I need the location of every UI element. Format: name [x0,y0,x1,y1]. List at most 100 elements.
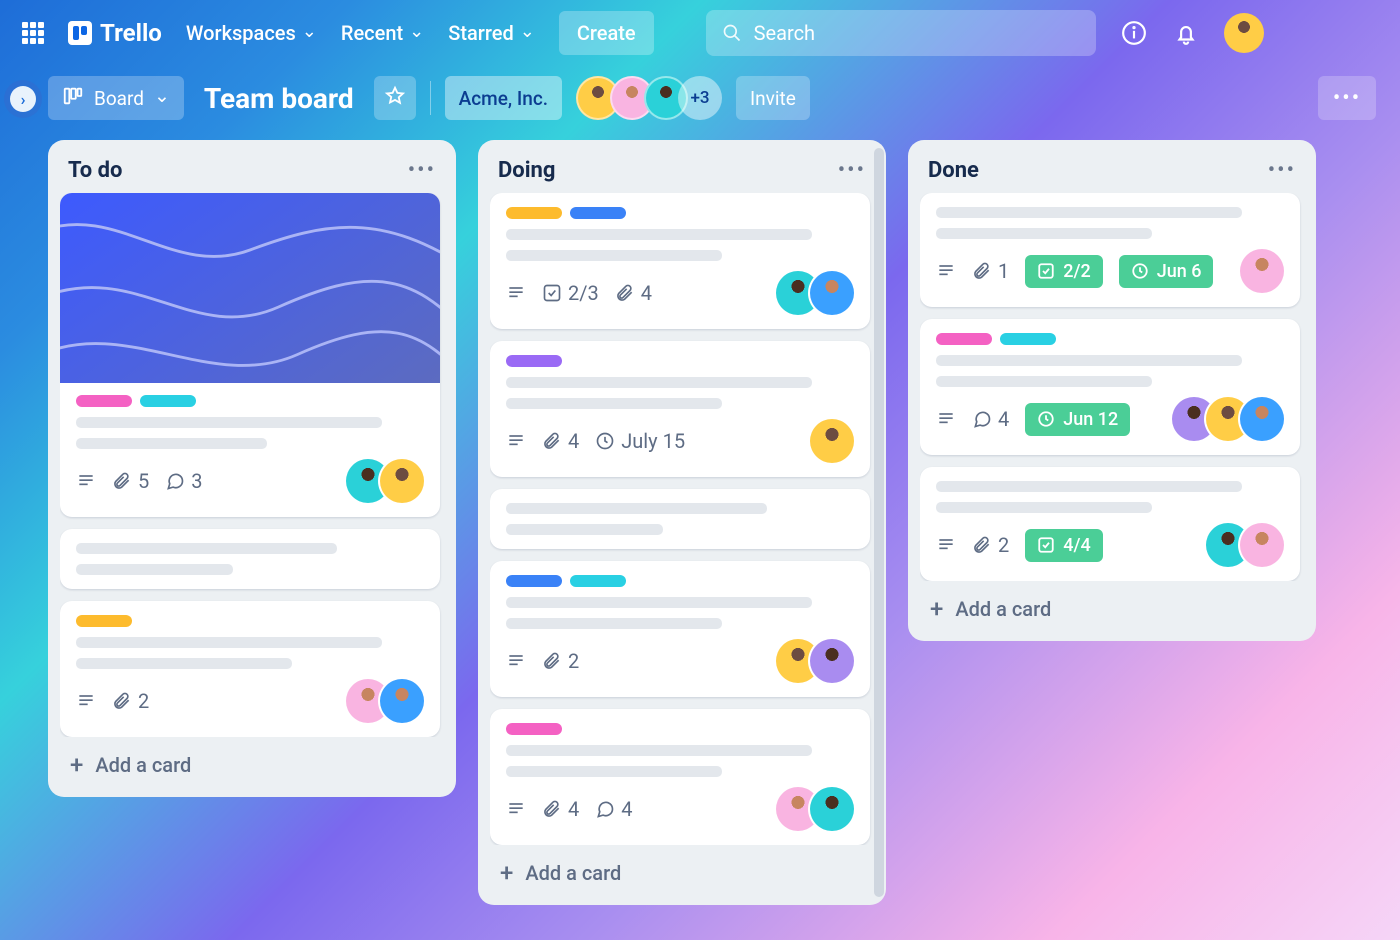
card-attach-meta: 4 [542,429,579,453]
card-description-icon [936,535,956,555]
label-cyan[interactable] [570,575,626,587]
card-members [346,679,424,723]
plus-icon [70,751,83,779]
card-attach-meta: 2 [112,689,149,713]
invite-button[interactable]: Invite [736,76,810,120]
brand-logo[interactable]: Trello [68,19,162,47]
member-avatar[interactable] [380,459,424,503]
list-cards: 53 2 [60,193,444,737]
card[interactable]: 24/4 [920,467,1300,581]
label-blue[interactable] [506,575,562,587]
list-menu-button[interactable]: ••• [838,158,866,183]
member-avatar[interactable] [1240,397,1284,441]
board-title[interactable]: Team board [198,82,360,115]
plus-icon [930,595,943,623]
label-yellow[interactable] [506,207,562,219]
board-canvas: To do ••• 53 2Add a card Doing •••2/344J… [48,140,1388,928]
list-header: To do ••• [60,152,444,193]
card-labels [76,615,424,627]
card-description-icon [76,691,96,711]
list-todo: To do ••• 53 2Add a card [48,140,456,797]
board-menu-button[interactable]: ••• [1318,76,1376,120]
card-attach-meta: 2 [972,533,1009,557]
add-card-button[interactable]: Add a card [60,737,444,785]
brand-name: Trello [100,19,162,47]
card-check-meta: 2/3 [542,281,599,305]
nav-workspaces-label: Workspaces [186,21,296,45]
list-done: Done •••12/2Jun 64Jun 1224/4Add a card [908,140,1316,641]
card-attach-meta: 2 [542,649,579,673]
member-avatar[interactable] [380,679,424,723]
card-labels [506,355,854,367]
card[interactable]: 12/2Jun 6 [920,193,1300,307]
list-title[interactable]: Doing [498,158,555,183]
list-title[interactable]: Done [928,158,979,183]
list-menu-button[interactable]: ••• [408,158,436,183]
view-label: Board [94,87,144,110]
member-avatar[interactable] [810,787,854,831]
add-card-button[interactable]: Add a card [920,581,1304,629]
member-avatar[interactable] [1240,523,1284,567]
card[interactable]: 2/34 [490,193,870,329]
card-members [810,419,854,463]
board-members[interactable]: +3 [576,76,722,120]
nav-workspaces[interactable]: Workspaces [186,21,317,45]
card[interactable]: 44 [490,709,870,845]
card-comment-meta: 4 [972,407,1009,431]
search-placeholder: Search [754,21,815,45]
nav-starred[interactable]: Starred [448,21,535,45]
card-members [1240,249,1284,293]
label-purple[interactable] [506,355,562,367]
card-members [1206,523,1284,567]
star-board-button[interactable] [374,76,416,120]
label-pink[interactable] [506,723,562,735]
card-attach-meta: 4 [542,797,579,821]
member-avatar[interactable] [810,419,854,463]
chevron-down-icon: ⌄ [154,84,170,107]
notifications-icon[interactable] [1172,19,1200,47]
info-icon[interactable] [1120,19,1148,47]
list-header: Done ••• [920,152,1304,193]
top-navigation: Trello Workspaces Recent Starred Create … [0,0,1400,66]
search-input[interactable]: Search [706,10,1096,56]
account-avatar[interactable] [1224,13,1264,53]
label-pink[interactable] [936,333,992,345]
workspace-label[interactable]: Acme, Inc. [445,76,562,120]
chevron-down-icon [302,21,317,45]
list-cards: 2/344July 15 244 [490,193,874,845]
card[interactable] [490,489,870,549]
card[interactable]: 53 [60,193,440,517]
member-avatar[interactable] [1240,249,1284,293]
apps-grid-icon[interactable] [22,22,44,44]
label-cyan[interactable] [1000,333,1056,345]
card-comment-meta: 4 [595,797,632,821]
member-overflow-count[interactable]: +3 [678,76,722,120]
label-yellow[interactable] [76,615,132,627]
nav-recent[interactable]: Recent [341,21,424,45]
star-icon [384,85,406,112]
list-title[interactable]: To do [68,158,122,183]
member-avatar[interactable] [810,639,854,683]
label-pink[interactable] [76,395,132,407]
label-blue[interactable] [570,207,626,219]
card-description-icon [936,409,956,429]
card[interactable]: 4July 15 [490,341,870,477]
card-description-icon [76,471,96,491]
view-switcher[interactable]: Board ⌄ [48,76,184,120]
search-icon [722,23,742,43]
card[interactable]: 2 [60,601,440,737]
nav-recent-label: Recent [341,21,403,45]
card[interactable]: 2 [490,561,870,697]
board-view-icon [62,85,84,112]
create-button[interactable]: Create [559,11,654,55]
add-card-button[interactable]: Add a card [490,845,874,893]
list-menu-button[interactable]: ••• [1268,158,1296,183]
list-scrollbar[interactable] [874,148,884,897]
card-members [1172,397,1284,441]
member-avatar[interactable] [810,271,854,315]
card[interactable]: 4Jun 12 [920,319,1300,455]
label-cyan[interactable] [140,395,196,407]
sidebar-expand-button[interactable]: › [10,86,36,112]
card[interactable] [60,529,440,589]
card-members [346,459,424,503]
